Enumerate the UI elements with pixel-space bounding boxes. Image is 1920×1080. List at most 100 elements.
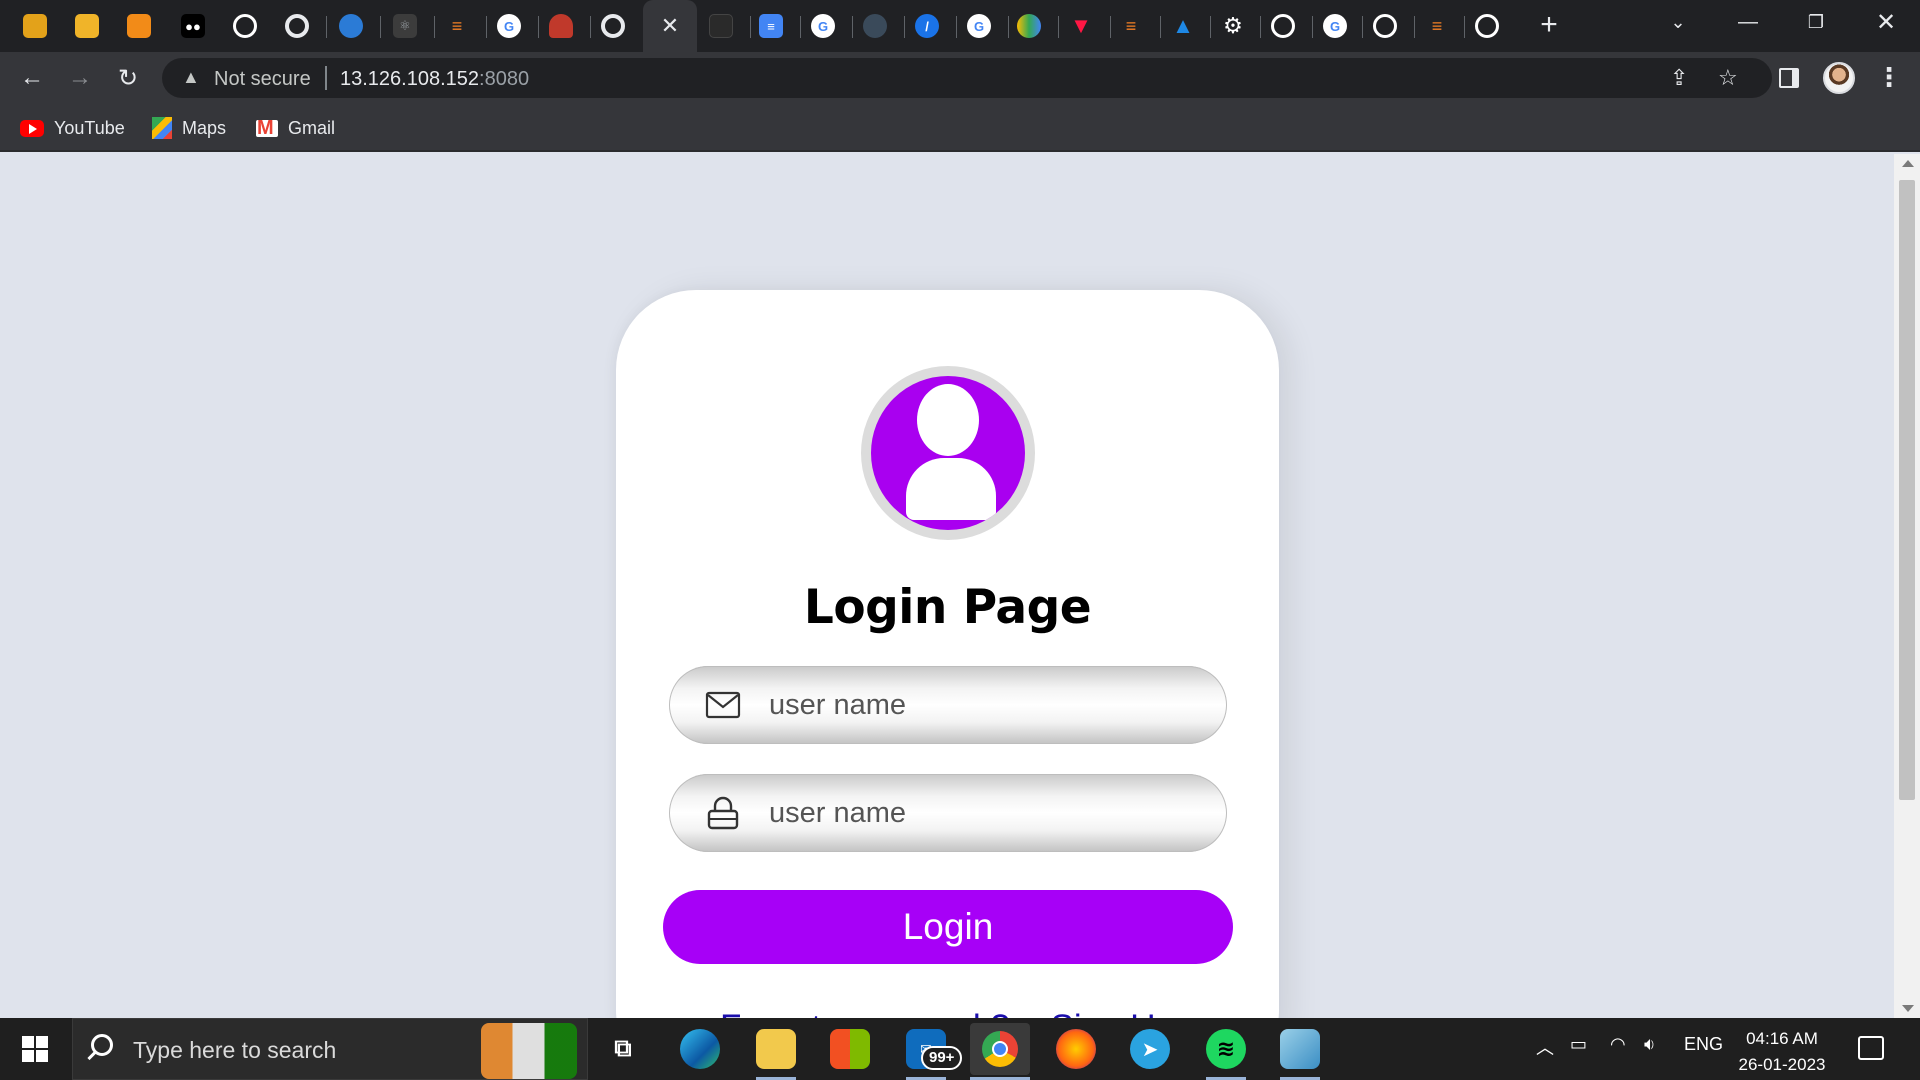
forward-arrow-icon[interactable]: → [64,62,96,94]
tab-favicon-chrome-2[interactable] [590,6,636,46]
link-separator: ○ [1020,1008,1041,1018]
active-tab[interactable]: ✕ [643,0,697,52]
tab-favicon-react[interactable]: ⚛ [382,6,428,46]
page-scrollbar[interactable] [1894,154,1920,1018]
battery-icon[interactable]: ▭ [1570,1034,1587,1055]
youtube-icon [20,119,44,137]
profile-avatar[interactable] [1823,62,1855,94]
maps-icon [152,117,172,139]
tab-favicon-safari[interactable]: / [904,6,950,46]
task-view-icon[interactable]: ⧉ [603,1029,643,1069]
notifications-icon[interactable] [1858,1036,1884,1060]
firefox-icon[interactable] [1056,1029,1096,1069]
language-indicator[interactable]: ENG [1684,1034,1723,1055]
tab-favicon-stackoverflow-3[interactable]: ≡ [1414,6,1460,46]
security-label[interactable]: Not secure [214,68,311,91]
bookmark-star-icon[interactable]: ☆ [1718,65,1738,91]
show-hidden-icons-chevron-icon[interactable]: ︿ [1536,1034,1554,1060]
tab-favicon-edge[interactable] [328,6,374,46]
tab-favicon-google-4[interactable]: G [1312,6,1358,46]
browser-icon [339,14,363,38]
search-highlight-image[interactable] [481,1023,577,1079]
tab-favicon-gear[interactable]: ⚙ [1210,6,1256,46]
close-tab-icon[interactable]: ✕ [661,15,679,37]
tab-favicon-medium[interactable]: ●● [170,6,216,46]
signup-link[interactable]: Sign Up [1050,1008,1175,1018]
bookmark-maps[interactable]: Maps [152,114,226,142]
tab-favicon-docs[interactable]: ≡ [748,6,794,46]
tab-favicon-package[interactable] [12,6,58,46]
gmail-icon [256,117,278,140]
tab-favicon-vercel[interactable]: ▼ [1058,6,1104,46]
back-arrow-icon[interactable]: ← [16,62,48,94]
password-field[interactable] [669,774,1227,852]
tab-favicon-github-3[interactable] [1362,6,1408,46]
tab-favicon-github-4[interactable] [1464,6,1510,46]
scroll-down-arrow-icon[interactable] [1902,1005,1914,1012]
spotify-icon[interactable]: ≋ [1206,1029,1246,1069]
warning-triangle-icon: ▲ [182,67,200,87]
system-clock[interactable]: 04:16 AM 26-01-2023 [1734,1026,1830,1078]
tab-favicon-stackoverflow-2[interactable]: ≡ [1108,6,1154,46]
telegram-icon[interactable]: ➤ [1130,1029,1170,1069]
tab-favicon-chrome[interactable] [274,6,320,46]
azure-icon: ▲ [1172,13,1194,38]
bookmark-youtube[interactable]: YouTube [20,114,125,142]
github-icon [233,14,257,38]
google-icon: G [811,14,835,38]
share-icon[interactable]: ⇪ [1670,65,1688,91]
scroll-up-arrow-icon[interactable] [1902,160,1914,167]
bookmark-gmail[interactable]: Gmail [256,114,335,142]
tab-favicon-stackoverflow[interactable]: ≡ [434,6,480,46]
close-window-icon[interactable]: ✕ [1858,0,1914,44]
wifi-icon[interactable]: ◠ [1610,1034,1626,1055]
compass-icon: / [915,14,939,38]
chrome-taskbar-button[interactable] [970,1023,1030,1075]
notepad-icon[interactable] [1280,1029,1320,1069]
tab-favicon-terminal[interactable] [698,6,744,46]
docs-icon: ≡ [759,14,783,38]
menu-kebab-icon[interactable]: ⋮ [1876,62,1902,92]
tab-favicon-drive[interactable] [1006,6,1052,46]
username-input[interactable] [769,666,1199,744]
tab-favicon-azure[interactable]: ▲ [1160,6,1206,46]
microsoft-store-icon[interactable] [830,1029,870,1069]
tab-separator [326,16,327,38]
username-field[interactable] [669,666,1227,744]
tab-favicon-google-2[interactable]: G [800,6,846,46]
url-host: 13.126.108.152 [340,68,480,90]
stackoverflow-icon: ≡ [1125,15,1137,36]
login-card: Login Page Login Forgot password ? ○ Sig… [616,290,1279,1018]
forgot-password-link[interactable]: Forgot password ? [720,1008,1010,1018]
scrollbar-thumb[interactable] [1899,180,1915,800]
new-tab-button[interactable]: + [1532,10,1566,44]
edge-icon[interactable] [680,1029,720,1069]
tab-favicon-figure[interactable] [538,6,584,46]
box-icon [127,14,151,38]
tab-favicon-github[interactable] [222,6,268,46]
taskbar-search[interactable]: Type here to search [72,1018,588,1080]
file-explorer-icon[interactable] [756,1029,796,1069]
user-avatar-icon [861,366,1035,540]
url-text[interactable]: 13.126.108.152:8080 [340,68,529,91]
tab-favicon-package-2[interactable] [64,6,110,46]
tab-favicon-box[interactable] [116,6,162,46]
reload-icon[interactable]: ↻ [112,62,144,94]
address-bar[interactable]: ▲ Not secure 13.126.108.152:8080 ⇪ ☆ [162,58,1772,98]
password-input[interactable] [769,774,1199,852]
minimize-icon[interactable]: — [1720,0,1776,44]
google-icon: G [1323,14,1347,38]
tab-favicon-docker[interactable] [852,6,898,46]
tab-favicon-google[interactable]: G [486,6,532,46]
windows-start-icon[interactable] [22,1036,48,1062]
tab-favicon-google-3[interactable]: G [956,6,1002,46]
tab-favicon-github-2[interactable] [1260,6,1306,46]
tab-search-icon[interactable]: ⌄ [1650,0,1706,44]
side-panel-icon[interactable] [1779,68,1799,88]
chrome-icon [601,14,625,38]
volume-icon[interactable]: 🔉︎ [1644,1034,1655,1055]
restore-icon[interactable]: ❐ [1788,0,1844,44]
stackoverflow-icon: ≡ [451,15,463,36]
bookmark-label: Maps [182,117,227,138]
login-button[interactable]: Login [663,890,1233,964]
